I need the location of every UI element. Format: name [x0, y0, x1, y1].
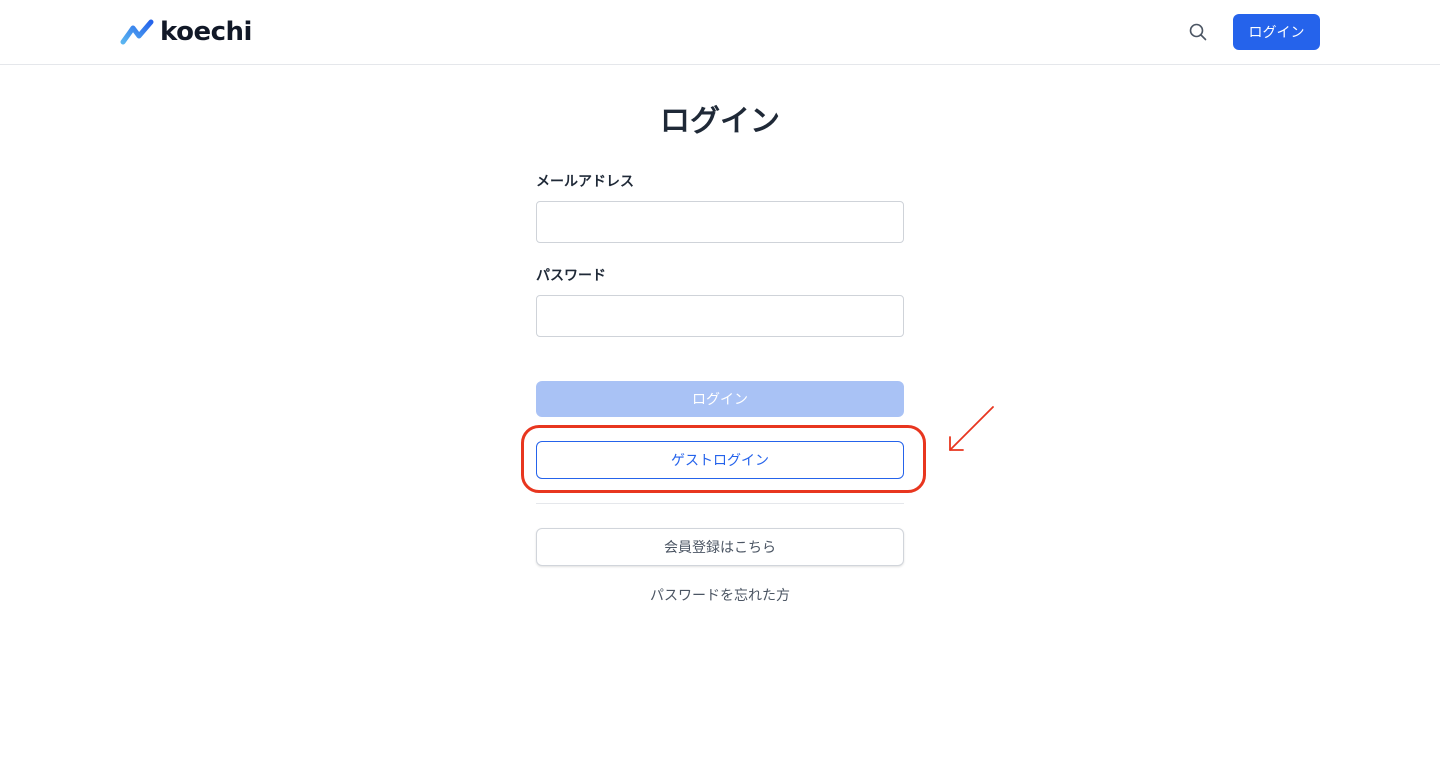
search-icon: [1189, 23, 1207, 41]
register-button[interactable]: 会員登録はこちら: [536, 528, 904, 566]
password-field[interactable]: [536, 295, 904, 337]
divider: [536, 503, 904, 504]
search-button[interactable]: [1186, 20, 1210, 44]
page-title: ログイン: [660, 104, 780, 139]
password-label: パスワード: [536, 268, 606, 284]
email-label: メールアドレス: [536, 174, 634, 190]
forgot-password-link[interactable]: パスワードを忘れた方: [536, 584, 904, 608]
login-submit-button[interactable]: ログイン: [536, 381, 904, 417]
logo-text: koechi: [160, 17, 252, 47]
logo[interactable]: koechi: [120, 16, 252, 48]
arrow-icon: [949, 406, 994, 451]
logo-mark-icon: [120, 19, 154, 45]
email-field[interactable]: [536, 201, 904, 243]
site-header: koechi ログイン: [0, 0, 1440, 65]
guest-login-button[interactable]: ゲストログイン: [536, 441, 904, 479]
header-login-button[interactable]: ログイン: [1233, 14, 1320, 50]
